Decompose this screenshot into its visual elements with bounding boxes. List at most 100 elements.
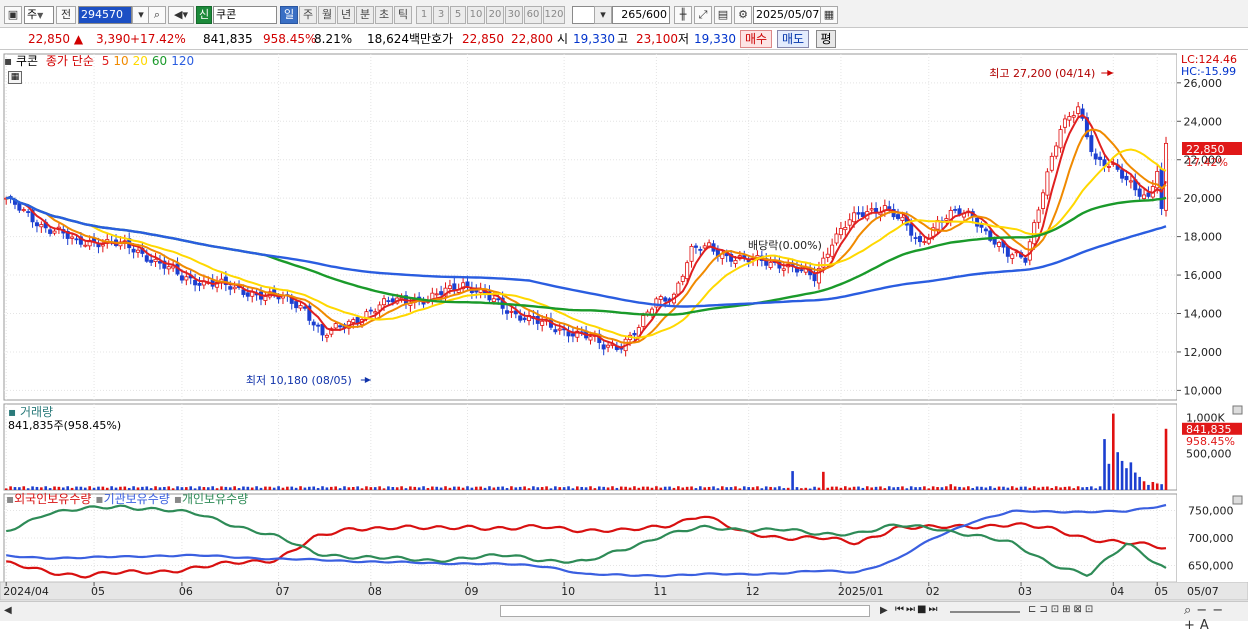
interval-tab-20[interactable]: 20 xyxy=(486,6,504,24)
search-icon[interactable]: ⌕ xyxy=(1184,603,1196,618)
candle-body xyxy=(922,241,927,243)
speaker-icon[interactable]: ◀▾ xyxy=(168,6,194,24)
candle-body xyxy=(689,245,694,262)
zoom-slider[interactable] xyxy=(950,611,1020,613)
candle-body xyxy=(338,325,343,328)
gear-icon[interactable]: ⚙ xyxy=(734,6,752,24)
period-tab-0[interactable]: 일 xyxy=(280,6,298,24)
volume-bar xyxy=(646,486,649,490)
interval-tab-10[interactable]: 10 xyxy=(467,6,485,24)
volume-bar xyxy=(62,487,65,490)
volume-bar xyxy=(1129,462,1133,490)
candle-body xyxy=(100,244,105,247)
last-icon[interactable]: ⏭ xyxy=(906,604,917,615)
window-menu-icon[interactable]: ▣ xyxy=(4,6,22,24)
interval-tab-3[interactable]: 3 xyxy=(433,6,449,24)
chart-area[interactable]: 26,00024,00022,00020,00018,00016,00014,0… xyxy=(0,50,1248,621)
volume-bar xyxy=(1024,486,1027,490)
market-select[interactable]: 주▼ xyxy=(24,6,54,24)
volume-bar xyxy=(127,487,131,490)
chart-stock-name: 쿠콘 xyxy=(15,54,39,68)
candle-body xyxy=(838,228,843,236)
volume-last-pct: 958.45% xyxy=(1186,435,1235,448)
period-tab-5[interactable]: 초 xyxy=(375,6,393,24)
candle-body xyxy=(676,282,681,295)
stop-icon[interactable]: ■ xyxy=(917,604,928,615)
candle-body xyxy=(641,315,646,327)
next-icon[interactable]: ⏭ xyxy=(928,604,939,615)
ma-legend-5: 5 xyxy=(101,54,110,68)
interval-tab-30[interactable]: 30 xyxy=(505,6,523,24)
candle-body xyxy=(909,223,914,236)
zoom-out-icon[interactable]: − xyxy=(1196,603,1212,618)
candle-body xyxy=(302,306,307,309)
volume-bar xyxy=(874,486,878,490)
font-size-icon[interactable]: A xyxy=(1200,618,1214,633)
calendar-icon[interactable]: ▦ xyxy=(820,6,838,24)
first-icon[interactable]: ⏮ xyxy=(895,604,906,615)
scroll-right-icon[interactable]: ▶ xyxy=(880,605,888,616)
search-icon[interactable]: ⌕ xyxy=(148,6,166,24)
period-tab-1[interactable]: 주 xyxy=(299,6,317,24)
interval-tab-120[interactable]: 120 xyxy=(543,6,565,24)
price-y-label: 18,000 xyxy=(1184,231,1223,244)
period-tab-2[interactable]: 월 xyxy=(318,6,336,24)
scroll-bar[interactable]: ◀ ▶ ⏮⏭■⏭ ⊏⊐⊡⊞⊠⊡ ⌕−−+A xyxy=(0,601,1248,633)
volume-bar xyxy=(75,486,78,490)
legend-marker-icon: ▪ xyxy=(4,54,13,68)
save-icon[interactable]: ▤ xyxy=(714,6,732,24)
volume-bar xyxy=(760,488,764,490)
volume-bar xyxy=(119,486,122,490)
volume-bar xyxy=(1133,472,1137,490)
price-y-label: 14,000 xyxy=(1184,308,1223,321)
buy-button[interactable]: 매수 xyxy=(740,30,772,48)
volume-bar xyxy=(1164,428,1168,490)
interval-tab-1[interactable]: 1 xyxy=(416,6,432,24)
interval-tab-5[interactable]: 5 xyxy=(450,6,466,24)
chart-type-icon[interactable]: ╫ xyxy=(674,6,692,24)
count-input[interactable]: 265/600 xyxy=(612,6,670,24)
date-input[interactable]: 2025/05/07 xyxy=(753,6,821,24)
period-tab-6[interactable]: 틱 xyxy=(394,6,412,24)
scroll-thumb[interactable] xyxy=(500,605,870,617)
volume-bar xyxy=(536,487,540,490)
toolbar: ▣ 주▼ 전 294570 ▾ ⌕ ◀▾ 신 쿠콘 일주월년분초틱 1 3 5 10 2… xyxy=(0,0,1248,28)
count-total: /600 xyxy=(642,8,667,21)
interval-tab-60[interactable]: 60 xyxy=(524,6,542,24)
volume-bar xyxy=(945,486,948,490)
low-note: 최저 10,180 (08/05) xyxy=(246,374,352,387)
volume-bar xyxy=(88,486,91,490)
candle-body xyxy=(74,238,79,241)
candle-body xyxy=(447,285,452,289)
eval-button[interactable]: 평 xyxy=(816,30,836,48)
interval-dropdown-icon[interactable]: ▾ xyxy=(594,6,612,24)
candle-body xyxy=(860,212,865,218)
stock-name-field[interactable]: 쿠콘 xyxy=(213,6,277,24)
volume-bar xyxy=(839,487,843,490)
candle-body xyxy=(193,279,198,286)
candle-body xyxy=(52,230,57,234)
view-tool-icons[interactable]: ⊏⊐⊡⊞⊠⊡ xyxy=(1028,604,1096,615)
jeon-button[interactable]: 전 xyxy=(56,6,76,24)
minus-icon[interactable]: − xyxy=(1212,603,1228,618)
price-y-label: 24,000 xyxy=(1184,115,1223,128)
playback-controls[interactable]: ⏮⏭■⏭ xyxy=(895,604,939,615)
volume-bar xyxy=(347,487,351,490)
plus-icon[interactable]: + xyxy=(1184,618,1200,633)
zoom-icons[interactable]: ⌕−−+A xyxy=(1184,603,1248,633)
volume-bar xyxy=(1142,481,1146,490)
table-view-icon[interactable]: ▦ xyxy=(8,71,22,84)
scroll-left-icon[interactable]: ◀ xyxy=(4,605,12,616)
period-tab-3[interactable]: 년 xyxy=(337,6,355,24)
volume-bar xyxy=(558,487,562,490)
volume-bar xyxy=(813,486,816,490)
stock-code-input[interactable]: 294570 xyxy=(78,6,132,24)
volume-bar xyxy=(892,487,895,490)
candle-body xyxy=(900,216,905,221)
sell-button[interactable]: 매도 xyxy=(777,30,809,48)
x-axis-label: 06 xyxy=(179,585,193,598)
x-axis-label: 11 xyxy=(653,585,667,598)
period-tab-4[interactable]: 분 xyxy=(356,6,374,24)
draw-tool-icon[interactable]: ⤢ xyxy=(694,6,712,24)
volume-bar xyxy=(365,486,368,490)
